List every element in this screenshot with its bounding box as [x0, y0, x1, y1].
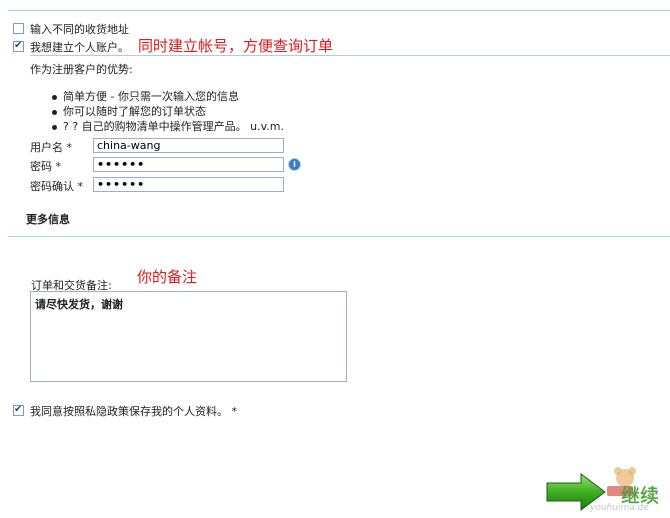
benefit-item: ? ? 自己的购物清单中操作管理产品。 u.v.m.: [52, 118, 284, 134]
more-info-title: 更多信息: [26, 213, 70, 226]
top-divider: [8, 10, 670, 11]
different-address-label: 输入不同的收货地址: [30, 23, 129, 36]
notes-textarea[interactable]: 请尽快发货，谢谢: [30, 291, 347, 382]
bullet-icon: [52, 124, 57, 130]
benefit-item: 你可以随时了解您的订单状态: [52, 103, 206, 119]
confirm-password-input[interactable]: ••••••: [93, 177, 284, 192]
checkmark-icon: ✔: [14, 40, 23, 51]
info-icon[interactable]: i: [289, 159, 300, 170]
benefits-title: 作为注册客户的优势:: [30, 63, 133, 76]
confirm-password-label: 密码确认 *: [30, 180, 83, 193]
username-label: 用户名 *: [30, 141, 72, 154]
password-label: 密码 *: [30, 160, 61, 173]
create-account-checkbox[interactable]: ✔: [13, 40, 24, 52]
continue-button[interactable]: 继续 youhuima.de: [545, 467, 665, 514]
create-account-label: 我想建立个人账户。: [30, 41, 129, 54]
different-address-checkbox[interactable]: [13, 23, 24, 34]
password-input[interactable]: ••••••: [93, 157, 284, 172]
username-input[interactable]: china-wang: [93, 138, 284, 153]
benefit-item: 简单方便 - 你只需一次输入您的信息: [52, 88, 239, 104]
privacy-label: 我同意按照私隐政策保存我的个人资料。 *: [30, 405, 237, 418]
watermark-text: youhuima.de: [590, 503, 649, 513]
bullet-icon: [52, 109, 57, 115]
bullet-icon: [52, 94, 57, 100]
create-account-annotation: 同时建立帐号，方便查询订单: [138, 37, 334, 55]
account-divider: [30, 55, 670, 56]
privacy-checkbox[interactable]: ✔: [13, 404, 24, 416]
notes-annotation: 你的备注: [137, 268, 198, 286]
more-info-divider: [8, 236, 670, 237]
checkmark-icon: ✔: [14, 404, 23, 415]
